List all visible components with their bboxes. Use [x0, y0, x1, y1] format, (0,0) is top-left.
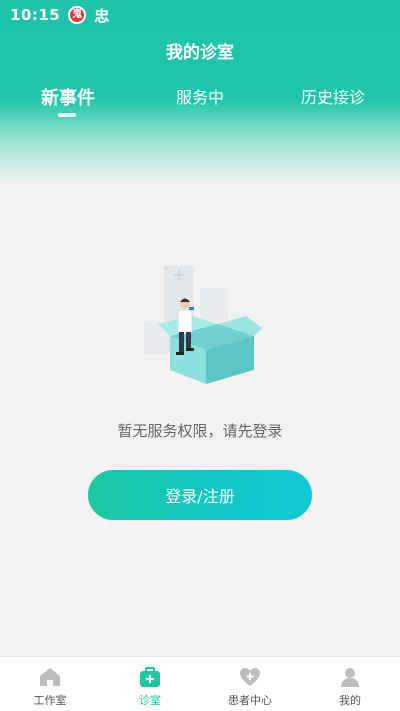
- home-icon: [40, 668, 60, 686]
- status-bar: 10:15 鬼 忠: [0, 0, 400, 30]
- heart-plus-icon: [240, 668, 260, 686]
- nav-label-mine: 我的: [339, 694, 361, 707]
- bottom-nav: 工作室 诊室 患者中心 我的: [0, 656, 400, 711]
- login-register-button[interactable]: 登录/注册: [88, 470, 312, 520]
- medical-kit-icon: [140, 667, 160, 687]
- status-glyph: 忠: [94, 6, 110, 25]
- tab-new-events[interactable]: 新事件: [38, 84, 98, 110]
- nav-item-studio[interactable]: 工作室: [0, 657, 100, 711]
- tab-bar: 新事件 服务中 历史接诊: [0, 84, 400, 124]
- empty-state-message: 暂无服务权限，请先登录: [117, 422, 283, 440]
- nav-label-studio: 工作室: [33, 694, 67, 707]
- page-title: 我的诊室: [166, 43, 234, 63]
- nav-item-patient-center[interactable]: 患者中心: [200, 657, 300, 711]
- tab-in-service[interactable]: 服务中: [170, 84, 230, 108]
- active-tab-indicator: [58, 113, 76, 117]
- empty-box-doctor-illustration: [144, 266, 262, 384]
- nav-item-mine[interactable]: 我的: [300, 657, 400, 711]
- nav-item-clinic[interactable]: 诊室: [100, 657, 200, 711]
- person-icon: [341, 668, 359, 687]
- nav-label-clinic: 诊室: [139, 694, 161, 707]
- tab-history[interactable]: 历史接诊: [298, 84, 368, 108]
- notification-badge-icon: 鬼: [68, 6, 87, 24]
- status-time: 10:15: [10, 6, 61, 24]
- nav-label-patient-center: 患者中心: [228, 694, 272, 707]
